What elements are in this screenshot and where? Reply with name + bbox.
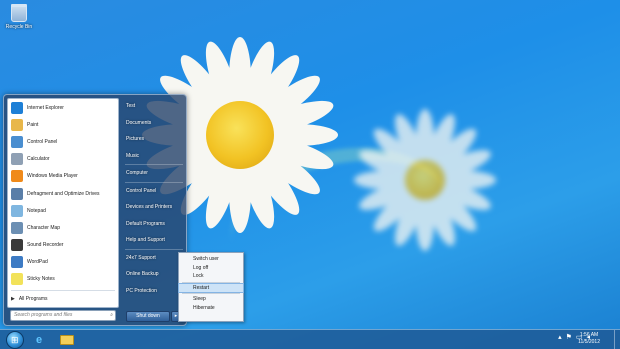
programs-pane: Internet Explorer Paint Control Panel Calcu… xyxy=(7,98,119,308)
program-item[interactable]: Defragment and Optimize Drives xyxy=(8,185,118,202)
program-item[interactable]: Internet Explorer xyxy=(8,99,118,116)
place-item[interactable]: Online Backup xyxy=(122,266,186,283)
program-label: Character Map xyxy=(27,224,61,231)
flyout-item-log-off[interactable]: Log off xyxy=(179,264,243,273)
program-label: Windows Media Player xyxy=(27,173,78,180)
show-desktop-button[interactable] xyxy=(614,330,620,349)
control-panel-icon xyxy=(11,135,23,148)
program-label: Sound Recorder xyxy=(27,242,64,249)
program-label: Notepad xyxy=(27,207,46,214)
program-item[interactable]: Paint xyxy=(8,116,118,133)
program-item[interactable]: Notepad xyxy=(8,202,118,219)
flyout-item-hibernate[interactable]: Hibernate xyxy=(179,304,243,313)
flyout-item-restart[interactable]: Restart xyxy=(178,282,244,294)
program-item[interactable]: Character Map xyxy=(8,219,118,236)
all-programs-label: All Programs xyxy=(18,296,48,302)
search-icon: ⌕ xyxy=(110,312,113,318)
sound-recorder-icon xyxy=(11,239,23,252)
place-item[interactable]: Devices and Printers xyxy=(122,199,186,216)
program-item[interactable]: Control Panel xyxy=(8,133,118,150)
program-label: WordPad xyxy=(27,259,48,266)
all-programs-button[interactable]: ▶ All Programs xyxy=(11,294,47,304)
sticky-notes-icon xyxy=(11,273,23,286)
paint-icon xyxy=(11,118,23,131)
program-label: Sticky Notes xyxy=(27,276,55,283)
programs-divider xyxy=(11,290,115,291)
wordpad-icon xyxy=(11,256,23,269)
program-item[interactable]: Windows Media Player xyxy=(8,168,118,185)
place-item[interactable]: Test xyxy=(122,98,186,115)
search-placeholder: Search programs and files xyxy=(14,312,73,318)
place-item[interactable]: Help and Support xyxy=(122,232,186,249)
place-item[interactable]: Music xyxy=(122,148,186,165)
media-player-icon xyxy=(11,170,23,183)
flyout-item-lock[interactable]: Lock xyxy=(179,272,243,281)
program-label: Defragment and Optimize Drives xyxy=(27,190,100,197)
show-hidden-icons-icon[interactable]: ▴ xyxy=(558,333,562,341)
places-pane: Test Documents Pictures Music Computer Contro… xyxy=(122,98,186,299)
program-item[interactable]: WordPad xyxy=(8,254,118,271)
program-item[interactable]: Sound Recorder xyxy=(8,237,118,254)
place-item[interactable]: Control Panel xyxy=(122,183,186,200)
program-label: Paint xyxy=(27,121,39,128)
taskbar: ⊞ e ▴ ⚑ ▭ ◂ 1:56 AM 11/5/2012 xyxy=(0,329,620,349)
clock-date: 11/5/2012 xyxy=(578,339,600,345)
place-item[interactable]: PC Protection xyxy=(122,283,186,300)
start-button[interactable]: ⊞ xyxy=(6,331,24,349)
taskbar-internet-explorer[interactable]: e xyxy=(26,331,52,349)
program-item[interactable]: Sticky Notes xyxy=(8,271,118,288)
recycle-bin-icon xyxy=(11,4,27,22)
place-item[interactable]: Computer xyxy=(122,165,186,182)
notepad-icon xyxy=(11,204,23,217)
program-item[interactable]: Calculator xyxy=(8,151,118,168)
place-item[interactable]: Pictures xyxy=(122,131,186,148)
program-label: Control Panel xyxy=(27,138,58,145)
programs-list: Internet Explorer Paint Control Panel Calcu… xyxy=(8,99,118,288)
search-input[interactable]: Search programs and files ⌕ xyxy=(10,310,116,321)
action-center-icon[interactable]: ⚑ xyxy=(566,333,572,341)
desktop-icon-recycle-bin[interactable]: Recycle Bin xyxy=(4,4,34,30)
flyout-item-switch-user[interactable]: Switch user xyxy=(179,255,243,264)
character-map-icon xyxy=(11,221,23,234)
internet-explorer-icon: e xyxy=(35,334,43,346)
folder-icon xyxy=(60,335,74,345)
defragment-icon xyxy=(11,187,23,200)
shutdown-flyout: Switch user Log off Lock Restart Sleep Hibern… xyxy=(178,252,244,322)
place-item[interactable]: Documents xyxy=(122,115,186,132)
program-label: Calculator xyxy=(27,156,50,163)
flyout-separator xyxy=(182,293,240,295)
windows-logo-icon: ⊞ xyxy=(11,335,19,345)
shutdown-button[interactable]: Shut down xyxy=(126,311,170,322)
internet-explorer-icon xyxy=(11,101,23,114)
place-item[interactable]: Default Programs xyxy=(122,216,186,233)
place-item[interactable]: 24x7 Support xyxy=(122,250,186,267)
desktop-icon-label: Recycle Bin xyxy=(5,24,33,30)
flyout-separator xyxy=(182,281,240,283)
start-menu: Internet Explorer Paint Control Panel Calcu… xyxy=(3,94,187,326)
flyout-item-sleep[interactable]: Sleep xyxy=(179,295,243,304)
clock[interactable]: 1:56 AM 11/5/2012 xyxy=(578,332,600,346)
chevron-right-icon: ▶ xyxy=(11,296,15,302)
calculator-icon xyxy=(11,153,23,166)
clock-time: 1:56 AM xyxy=(579,332,599,338)
flower-center xyxy=(405,160,445,200)
program-label: Internet Explorer xyxy=(27,104,64,111)
taskbar-file-explorer[interactable] xyxy=(54,331,80,349)
